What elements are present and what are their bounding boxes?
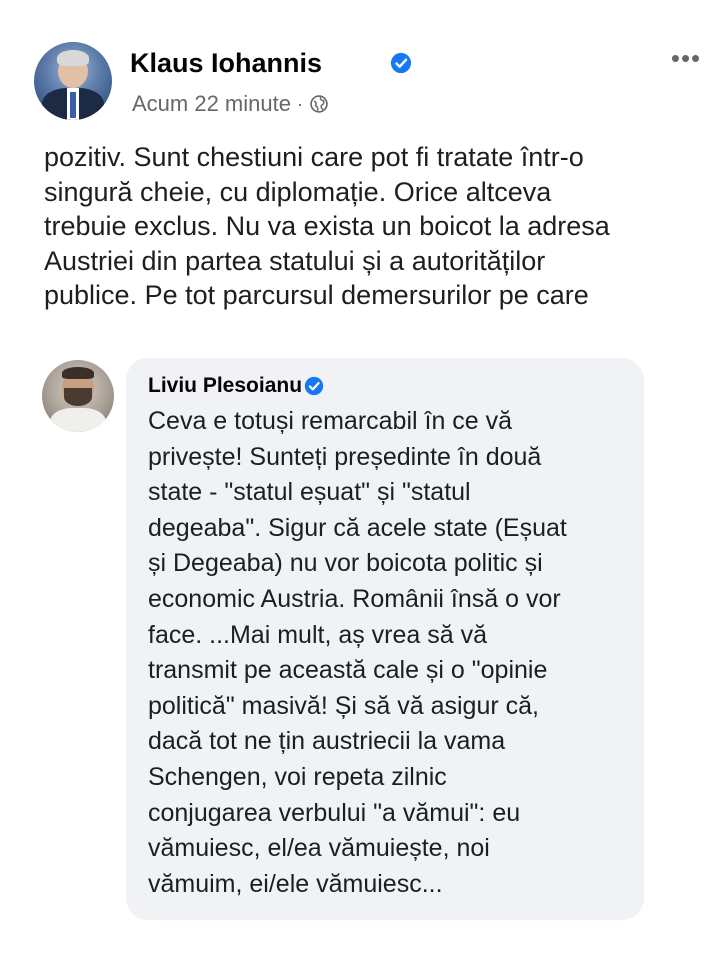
meta-separator: · xyxy=(296,93,303,114)
reply-text-line: conjugarea verbului "a vămui": eu xyxy=(148,798,521,827)
post-text: pozitiv. Sunt chestiuni care pot fi trat… xyxy=(44,140,684,313)
reply-bubble: Liviu Plesoianu Ceva e totuși remarcabil… xyxy=(126,358,644,920)
reply-text-line: și Degeaba) nu vor boicota politic și xyxy=(148,549,543,578)
post-text-line: pozitiv. Sunt chestiuni care pot fi trat… xyxy=(44,142,584,172)
reply-text: Ceva e totuși remarcabil în ce vă priveș… xyxy=(148,404,628,902)
globe-icon xyxy=(310,95,328,113)
reply-text-line: face. ...Mai mult, aș vrea să vă xyxy=(148,620,488,649)
reply-text-line: vămuiesc, el/ea vămuiește, noi xyxy=(148,834,490,863)
reply-text-line: politică" masivă! Și să vă asigur că, xyxy=(148,691,539,720)
author-name[interactable]: Klaus Iohannis xyxy=(130,48,322,79)
reply-text-line: economic Austria. Românii însă o vor xyxy=(148,584,561,613)
verified-badge-icon xyxy=(304,376,324,396)
post-time[interactable]: Acum 22 minute xyxy=(132,91,291,117)
reply-text-line: Schengen, voi repeta zilnic xyxy=(148,762,447,791)
post-text-line: publice. Pe tot parcursul demersurilor p… xyxy=(44,280,589,310)
post-meta: Acum 22 minute · xyxy=(132,91,329,117)
reply-text-line: degeaba". Sigur că acele state (Eșuat xyxy=(148,513,567,542)
post-text-line: singură cheie, cu diplomație. Orice altc… xyxy=(44,176,552,207)
verified-badge-icon xyxy=(390,52,412,74)
reply-text-line: transmit pe această cale și o "opinie xyxy=(148,656,548,685)
more-options-icon[interactable]: ••• xyxy=(666,45,706,71)
reply-author-avatar[interactable] xyxy=(42,360,114,432)
reply-text-line: state - "statul eșuat" și "statul xyxy=(148,478,471,507)
reply-author-name[interactable]: Liviu Plesoianu xyxy=(148,374,302,398)
reply-text-line: privește! Sunteți președinte în două xyxy=(148,442,542,471)
post-header: Klaus Iohannis Acum 22 minute · ••• xyxy=(34,42,700,126)
reply-text-line: Ceva e totuși remarcabil în ce vă xyxy=(148,407,513,435)
author-avatar[interactable] xyxy=(34,42,112,120)
post-text-line: trebuie exclus. Nu va exista un boicot l… xyxy=(44,211,610,241)
reply-text-line: dacă tot ne țin austriecii la vama xyxy=(148,727,506,756)
post-text-line: Austriei din partea statului și a autori… xyxy=(44,245,546,276)
reply-text-line: vămuim, ei/ele vămuiesc... xyxy=(148,869,443,898)
